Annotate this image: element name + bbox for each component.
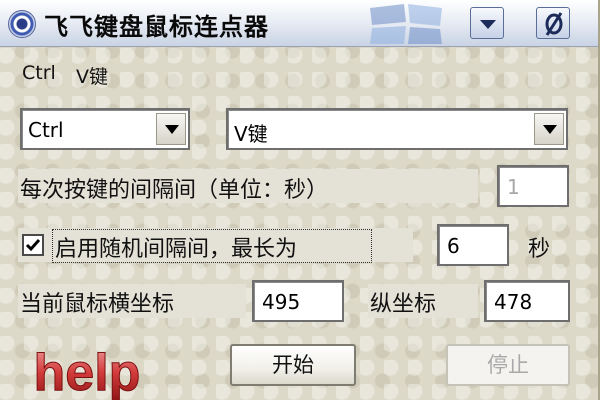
options-button[interactable]: [536, 7, 570, 39]
window-title: 飞飞键盘鼠标连点器: [44, 13, 269, 41]
key-select[interactable]: V键: [226, 108, 568, 150]
chevron-down-icon: [543, 125, 557, 134]
max-interval-value: 6: [447, 234, 460, 258]
max-interval-input[interactable]: 6: [437, 224, 509, 266]
help-button[interactable]: help: [32, 340, 142, 400]
random-interval-label[interactable]: 启用随机间隔间，最长为: [55, 231, 297, 263]
null-set-icon: [545, 12, 563, 36]
mouse-x-input[interactable]: 495: [252, 280, 344, 322]
mouse-y-value: 478: [494, 290, 533, 314]
stop-button[interactable]: 停止: [446, 344, 570, 386]
stop-button-label: 停止: [487, 353, 529, 377]
minimize-button[interactable]: [470, 7, 504, 39]
modifier-dropdown-button[interactable]: [156, 113, 186, 145]
checkmark-icon: [25, 239, 41, 252]
modifier-select[interactable]: Ctrl: [20, 108, 190, 150]
mouse-y-label: 纵坐标: [370, 292, 437, 317]
start-button-label: 开始: [272, 353, 314, 377]
start-button[interactable]: 开始: [230, 344, 356, 386]
interval-value: 1: [507, 175, 520, 199]
chevron-down-icon: [165, 125, 179, 134]
interval-label: 每次按键的间隔间（单位：秒）: [20, 178, 329, 203]
mouse-x-label: 当前鼠标横坐标: [20, 292, 175, 317]
title-bar[interactable]: 飞飞键盘鼠标连点器: [0, 0, 598, 47]
key-select-value: V键: [234, 122, 268, 146]
minimize-icon: [480, 20, 496, 29]
help-button-label: help: [34, 344, 141, 400]
hotkey-key-label: V键: [76, 66, 108, 88]
modifier-select-value: Ctrl: [28, 118, 64, 142]
hotkey-modifier-label: Ctrl: [22, 62, 56, 84]
app-window: 飞飞键盘鼠标连点器 Ctrl V键 Ctrl V键 每次按键的间隔间（单位：秒）…: [0, 0, 600, 400]
mouse-y-input[interactable]: 478: [484, 280, 570, 322]
interval-input[interactable]: 1: [497, 165, 569, 207]
key-dropdown-button[interactable]: [534, 113, 564, 145]
seconds-unit-label: 秒: [528, 237, 551, 262]
app-icon: [8, 10, 36, 38]
random-interval-checkbox[interactable]: [22, 234, 44, 256]
mouse-x-value: 495: [262, 290, 301, 314]
